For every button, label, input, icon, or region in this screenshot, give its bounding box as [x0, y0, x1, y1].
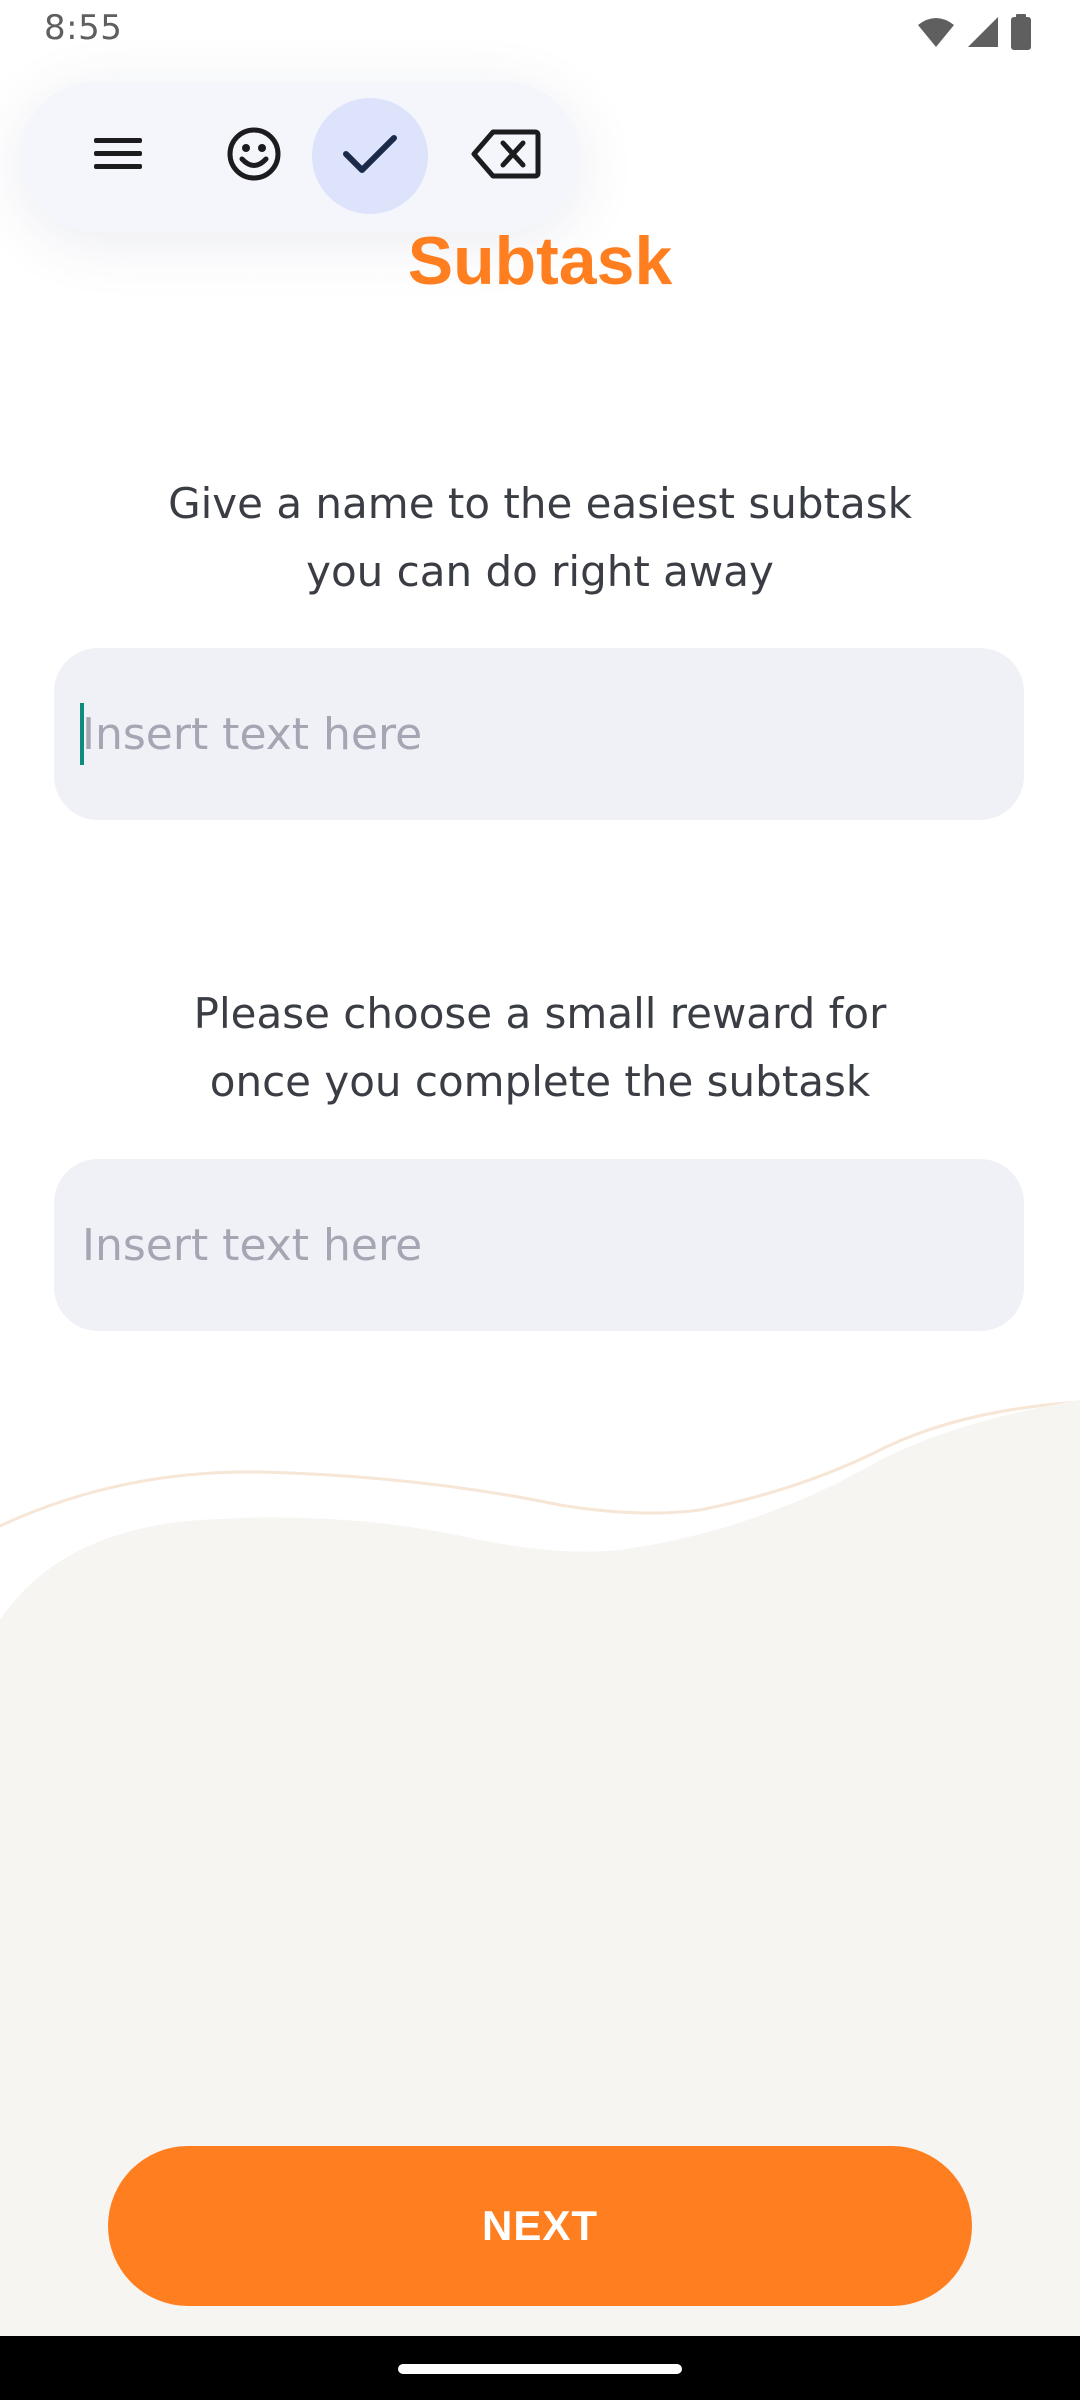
emoji-icon: [226, 126, 282, 187]
check-icon: [342, 132, 398, 181]
backspace-button[interactable]: [448, 98, 564, 214]
emoji-button[interactable]: [196, 98, 312, 214]
next-button[interactable]: NEXT: [108, 2146, 972, 2306]
status-time: 8:55: [44, 8, 123, 48]
floating-toolbar: [20, 82, 580, 232]
text-cursor: [80, 703, 84, 765]
reward-prompt-line2: once you complete the subtask: [209, 1057, 871, 1106]
status-bar: 8:55: [0, 0, 1080, 64]
reward-input[interactable]: [54, 1159, 1024, 1331]
menu-icon: [92, 134, 144, 179]
status-icons: [916, 10, 1032, 54]
menu-button[interactable]: [60, 98, 176, 214]
reward-prompt-line1: Please choose a small reward for: [193, 989, 887, 1038]
backspace-icon: [471, 128, 541, 185]
wifi-icon: [916, 15, 956, 49]
home-gesture-handle[interactable]: [398, 2364, 682, 2374]
signal-icon: [966, 15, 1000, 49]
subtask-prompt-line2: you can do right away: [306, 547, 774, 596]
subtask-prompt-line1: Give a name to the easiest subtask: [168, 479, 912, 528]
page-title: Subtask: [407, 223, 673, 299]
subtask-prompt: Give a name to the easiest subtask you c…: [0, 470, 1080, 606]
reward-prompt: Please choose a small reward for once yo…: [0, 980, 1080, 1116]
confirm-button[interactable]: [312, 98, 428, 214]
subtask-name-input[interactable]: [54, 648, 1024, 820]
battery-icon: [1010, 14, 1032, 50]
